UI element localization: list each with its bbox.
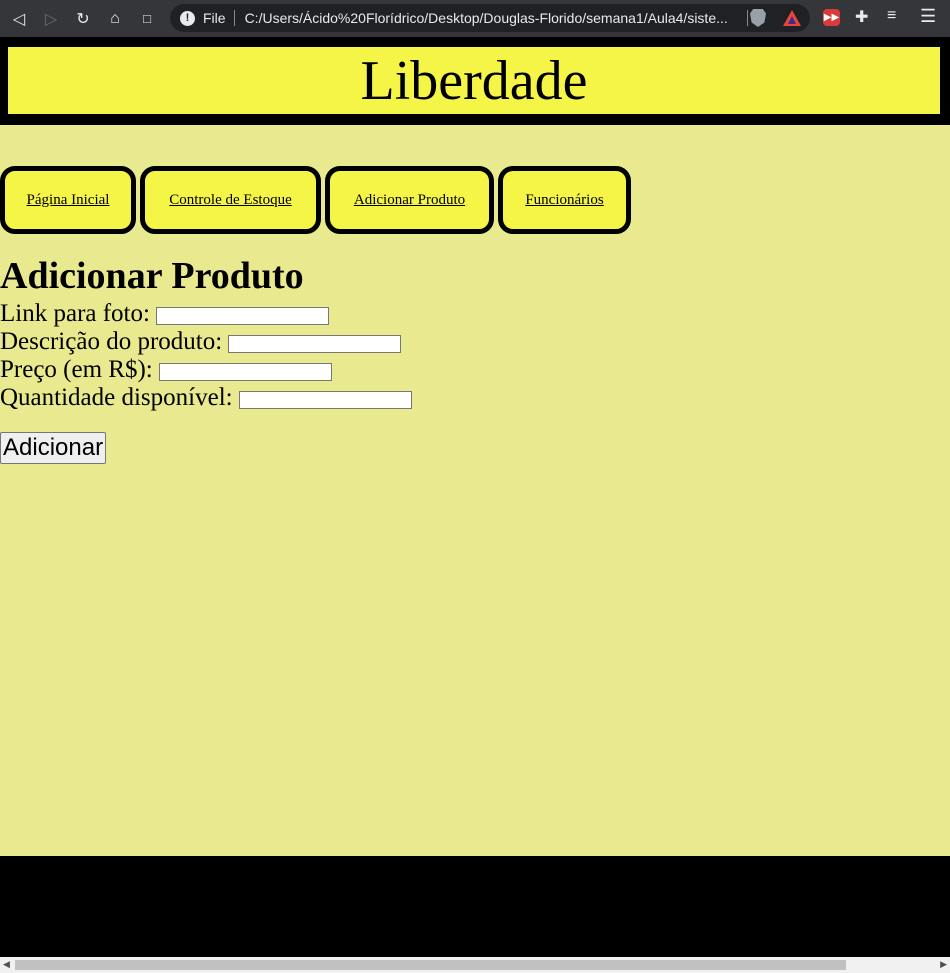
- playlist-icon[interactable]: ≡: [887, 7, 896, 25]
- home-icon[interactable]: ⌂: [99, 0, 131, 37]
- page-heading: Adicionar Produto: [0, 255, 304, 297]
- add-product-form: Adicionar Produto Link para foto: Descri…: [0, 257, 412, 464]
- menu-icon[interactable]: ☰: [920, 6, 936, 27]
- site-title: Liberdade: [360, 49, 588, 112]
- scroll-left-icon[interactable]: ◀: [3, 959, 10, 970]
- brave-rewards-icon[interactable]: [783, 10, 801, 26]
- page-body: Liberdade Página Inicial Controle de Est…: [0, 37, 950, 856]
- nav-link-stock[interactable]: Controle de Estoque: [169, 192, 291, 209]
- puzzle-icon[interactable]: ✚: [855, 7, 868, 27]
- site-header-inner: Liberdade: [8, 47, 940, 114]
- site-header: Liberdade: [0, 37, 950, 125]
- photo-link-row: Link para foto:: [0, 300, 412, 328]
- nav-item-stock[interactable]: Controle de Estoque: [140, 166, 321, 234]
- extension-icon[interactable]: ▶▶: [823, 9, 840, 26]
- price-row: Preço (em R$):: [0, 356, 412, 384]
- nav-item-add-product[interactable]: Adicionar Produto: [325, 166, 494, 234]
- horizontal-scrollbar[interactable]: ◀ ▶: [0, 957, 950, 973]
- quantity-label: Quantidade disponível:: [0, 384, 233, 411]
- quantity-row: Quantidade disponível:: [0, 384, 412, 412]
- nav-link-employees[interactable]: Funcionários: [525, 192, 603, 209]
- browser-toolbar: ◁ ▷ ↻ ⌂ □ ! File C:/Users/Ácido%20Floríd…: [0, 0, 950, 37]
- nav-link-home[interactable]: Página Inicial: [27, 192, 110, 209]
- scrollbar-thumb[interactable]: [15, 960, 846, 970]
- description-row: Descrição do produto:: [0, 328, 412, 356]
- bookmark-icon[interactable]: □: [131, 0, 163, 37]
- description-input[interactable]: [228, 335, 402, 353]
- back-icon[interactable]: ◁: [3, 0, 35, 37]
- address-bar[interactable]: ! File C:/Users/Ácido%20Florídrico/Deskt…: [170, 4, 810, 32]
- photo-link-input[interactable]: [155, 307, 329, 325]
- separator: [746, 10, 748, 26]
- reload-icon[interactable]: ↻: [67, 0, 99, 37]
- description-label: Descrição do produto:: [0, 328, 223, 355]
- photo-link-label: Link para foto:: [0, 300, 150, 327]
- forward-icon[interactable]: ▷: [35, 0, 67, 37]
- add-button[interactable]: Adicionar: [0, 432, 107, 464]
- nav-item-home[interactable]: Página Inicial: [0, 166, 136, 234]
- info-icon[interactable]: !: [180, 10, 195, 26]
- quantity-input[interactable]: [238, 391, 412, 409]
- url-text[interactable]: C:/Users/Ácido%20Florídrico/Desktop/Doug…: [245, 10, 735, 26]
- nav-link-add-product[interactable]: Adicionar Produto: [354, 192, 465, 209]
- file-label: File: [203, 10, 226, 26]
- price-label: Preço (em R$):: [0, 356, 153, 383]
- price-input[interactable]: [158, 363, 332, 381]
- separator: [233, 10, 235, 26]
- scroll-right-icon[interactable]: ▶: [940, 959, 947, 970]
- nav-item-employees[interactable]: Funcionários: [498, 166, 631, 234]
